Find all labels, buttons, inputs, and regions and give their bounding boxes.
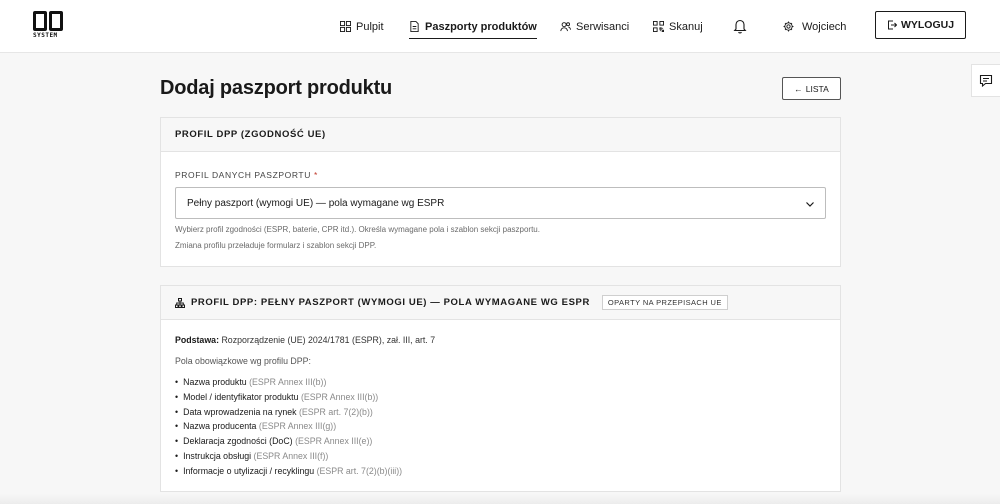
feedback-tab[interactable] (971, 64, 1000, 97)
document-icon (410, 21, 419, 32)
list-button[interactable]: ← LISTA (782, 77, 841, 100)
grid-icon (340, 21, 351, 32)
nav-pulpit-label: Pulpit (356, 20, 384, 33)
nav-user-settings[interactable]: Wojciech (783, 0, 846, 53)
list-item: Model / identyfikator produktu (ESPR Ann… (175, 390, 402, 405)
nav-skanuj-label: Skanuj (669, 20, 703, 33)
required-fields-list: Nazwa produktu (ESPR Annex III(b)) Model… (175, 375, 402, 479)
profile-help-2: Zmiana profilu przeładuje formularz i sz… (175, 241, 377, 250)
dpp-details-header: PROFIL DPP: PEŁNY PASZPORT (WYMOGI UE) —… (161, 286, 840, 320)
list-item: Deklaracja zgodności (DoC) (ESPR Annex I… (175, 434, 402, 449)
logout-button[interactable]: WYLOGUJ (875, 11, 966, 39)
field-name: Deklaracja zgodności (DoC) (183, 436, 293, 447)
logout-icon (887, 20, 897, 30)
list-item: Nazwa produktu (ESPR Annex III(b)) (175, 375, 402, 390)
field-ref: (ESPR Annex III(b)) (249, 377, 327, 387)
field-name: Instrukcja obsługi (183, 450, 252, 461)
profile-field-label: PROFIL DANYCH PASZPORTU * (175, 170, 318, 180)
list-button-label: LISTA (805, 83, 829, 94)
profile-help-1: Wybierz profil zgodności (ESPR, baterie,… (175, 225, 540, 234)
nav-paszporty-label: Paszporty produktów (425, 20, 537, 33)
logo-text: SYSTEM (33, 32, 58, 39)
chevron-down-icon (806, 202, 814, 207)
logo-mark-icon (33, 11, 65, 31)
field-name: Nazwa produktu (183, 377, 247, 387)
field-ref: (ESPR Annex III(e)) (295, 436, 373, 447)
list-item: Nazwa producenta (ESPR Annex III(g)) (175, 419, 402, 434)
list-item: Instrukcja obsługi (ESPR Annex III(f)) (175, 449, 402, 464)
field-name: Data wprowadzenia na rynek (183, 406, 297, 417)
page-title: Dodaj paszport produktu (160, 77, 393, 99)
active-tab-underline (409, 37, 537, 39)
profile-field-label-text: PROFIL DANYCH PASZPORTU (175, 170, 311, 180)
top-navbar: SYSTEM Pulpit Paszporty produktów Serwis… (0, 0, 1000, 53)
nav-serwisanci-label: Serwisanci (576, 20, 630, 33)
dpp-details-title: PROFIL DPP: PEŁNY PASZPORT (WYMOGI UE) —… (191, 297, 590, 308)
qr-icon (653, 21, 664, 32)
hierarchy-icon (175, 297, 185, 308)
basis-value: Rozporządzenie (UE) 2024/1781 (ESPR), za… (221, 335, 436, 345)
chat-icon (979, 74, 993, 87)
field-ref: (ESPR Annex III(g)) (258, 421, 337, 432)
basis-label: Podstawa: (175, 335, 219, 345)
field-ref: (ESPR Annex III(f)) (253, 450, 329, 461)
list-item: Informacje o utylizacji / recyklingu (ES… (175, 464, 402, 479)
eu-regulation-badge: OPARTY NA PRZEPISACH UE (601, 295, 728, 310)
nav-paszporty[interactable]: Paszporty produktów (409, 0, 537, 53)
nav-serwisanci[interactable]: Serwisanci (560, 0, 629, 53)
field-name: Model / identyfikator produktu (183, 391, 299, 402)
logout-label: WYLOGUJ (900, 19, 955, 31)
nav-pulpit[interactable]: Pulpit (340, 0, 384, 53)
logo[interactable]: SYSTEM (33, 11, 65, 41)
dpp-details-card: PROFIL DPP: PEŁNY PASZPORT (WYMOGI UE) —… (160, 285, 841, 492)
arrow-left-icon: ← (794, 83, 803, 94)
profile-select-value: Pełny paszport (wymogi UE) — pola wymaga… (187, 197, 445, 209)
gear-icon (783, 21, 794, 32)
bottom-fade (0, 494, 1000, 504)
basis-line: Podstawa: Rozporządzenie (UE) 2024/1781 … (175, 335, 435, 345)
field-name: Informacje o utylizacji / recyklingu (183, 465, 315, 476)
profile-card: PROFIL DPP (ZGODNOŚĆ UE) PROFIL DANYCH P… (160, 117, 841, 267)
users-icon (560, 22, 571, 32)
field-name: Nazwa producenta (183, 421, 257, 432)
required-fields-intro: Pola obowiązkowe wg profilu DPP: (175, 356, 311, 366)
required-mark: * (313, 170, 318, 180)
profile-card-header: PROFIL DPP (ZGODNOŚĆ UE) (161, 118, 840, 152)
field-ref: (ESPR Annex III(b)) (300, 391, 379, 402)
field-ref: (ESPR art. 7(2)(b)(iii)) (316, 465, 403, 476)
nav-skanuj[interactable]: Skanuj (653, 0, 703, 53)
field-ref: (ESPR art. 7(2)(b)) (299, 406, 373, 417)
profile-select[interactable]: Pełny paszport (wymogi UE) — pola wymaga… (175, 187, 826, 219)
list-item: Data wprowadzenia na rynek (ESPR art. 7(… (175, 405, 402, 420)
bell-icon[interactable] (733, 18, 747, 34)
user-name-label: Wojciech (802, 20, 847, 33)
